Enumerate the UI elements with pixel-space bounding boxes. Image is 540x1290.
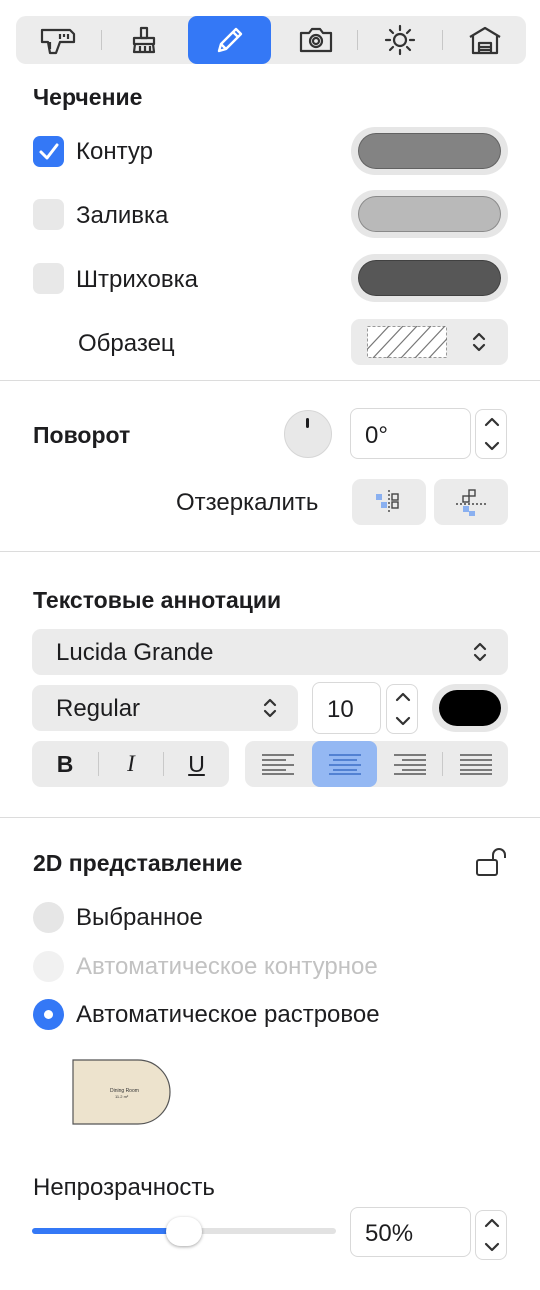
flip-vertical-icon <box>456 489 486 516</box>
tab-building[interactable] <box>443 16 526 64</box>
opacity-label: Непрозрачность <box>33 1174 215 1201</box>
font-family-value: Lucida Grande <box>56 639 214 666</box>
preview-room-area: 11.2 m² <box>115 1094 129 1099</box>
pencil-icon <box>217 27 242 53</box>
opacity-field[interactable]: 50% <box>350 1207 471 1257</box>
rotation-title: Поворот <box>33 422 131 448</box>
text-color-well[interactable] <box>432 684 508 732</box>
outline-label: Контур <box>76 138 153 165</box>
text-color-swatch <box>439 690 501 726</box>
section-divider <box>0 380 540 381</box>
font-style-popup[interactable]: Regular <box>32 685 298 731</box>
camera-icon <box>299 27 332 53</box>
font-style-value: Regular <box>56 695 141 722</box>
radio-auto-raster[interactable] <box>33 999 64 1030</box>
tab-camera[interactable] <box>274 16 357 64</box>
hatch-pattern-preview <box>367 326 447 358</box>
house-icon <box>468 26 501 55</box>
chevron-up-icon[interactable] <box>483 1216 501 1230</box>
text-annotations-title: Текстовые аннотации <box>33 587 282 613</box>
align-center-icon <box>328 754 361 775</box>
align-right-icon <box>393 754 426 775</box>
unlock-icon[interactable] <box>474 846 510 878</box>
pattern-label: Образец <box>78 330 175 357</box>
opacity-value: 50% <box>365 1220 414 1247</box>
hatch-color-swatch <box>358 260 501 296</box>
sun-icon <box>384 24 415 56</box>
rotation-dial-indicator <box>306 418 309 428</box>
rotation-field[interactable]: 0° <box>350 408 471 459</box>
chevron-up-icon[interactable] <box>394 690 412 704</box>
inspector-toolbar <box>16 16 526 64</box>
tab-dimensions[interactable] <box>16 16 99 64</box>
hatch-color-well[interactable] <box>351 254 508 302</box>
hatch-label: Штриховка <box>76 266 198 293</box>
outline-color-swatch <box>358 133 501 169</box>
rotation-stepper[interactable] <box>475 409 507 459</box>
section-divider <box>0 817 540 818</box>
tab-style[interactable] <box>102 16 185 64</box>
underline-button[interactable]: U <box>164 741 229 787</box>
align-right-button[interactable] <box>377 741 442 787</box>
radio-auto-outline[interactable] <box>33 951 64 982</box>
font-size-value: 10 <box>327 696 354 723</box>
radio-selected-view[interactable] <box>33 902 64 933</box>
fill-checkbox[interactable] <box>33 199 64 230</box>
tab-lighting[interactable] <box>358 16 441 64</box>
flip-horizontal-icon <box>376 490 399 514</box>
text-alignment-segmented <box>245 741 508 787</box>
tab-drafting[interactable] <box>188 16 271 64</box>
mirror-label: Отзеркалить <box>176 489 319 516</box>
rotation-dial[interactable] <box>284 410 332 458</box>
radio-label-selected-view: Выбранное <box>76 904 203 931</box>
chevron-up-icon[interactable] <box>483 415 501 429</box>
outline-checkbox[interactable] <box>33 136 64 167</box>
opacity-slider-fill <box>32 1228 184 1234</box>
font-size-stepper[interactable] <box>386 684 418 734</box>
fill-color-swatch <box>358 196 501 232</box>
radio-label-auto-raster: Автоматическое растровое <box>76 1001 380 1028</box>
chevron-updown-icon <box>263 698 277 718</box>
checkmark-icon <box>39 143 58 159</box>
chevron-down-icon[interactable] <box>483 439 501 453</box>
radio-label-auto-outline: Автоматическое контурное <box>76 953 378 980</box>
fill-label: Заливка <box>76 202 169 229</box>
mirror-horizontal-button[interactable] <box>352 479 426 525</box>
mirror-vertical-button[interactable] <box>434 479 508 525</box>
chevron-down-icon[interactable] <box>483 1240 501 1254</box>
chevron-updown-icon <box>472 332 486 352</box>
font-family-popup[interactable]: Lucida Grande <box>32 629 508 675</box>
font-size-field[interactable]: 10 <box>312 682 381 734</box>
outline-color-well[interactable] <box>351 127 508 175</box>
hatch-checkbox[interactable] <box>33 263 64 294</box>
chevron-updown-icon <box>473 642 487 662</box>
opacity-stepper[interactable] <box>475 1210 507 1260</box>
pattern-popup[interactable] <box>351 319 508 365</box>
stamp-icon <box>132 26 155 54</box>
chevron-down-icon[interactable] <box>394 714 412 728</box>
italic-button[interactable]: I <box>99 741 163 787</box>
drafting-title: Черчение <box>33 84 143 110</box>
fill-color-well[interactable] <box>351 190 508 238</box>
text-style-segmented: B I U <box>32 741 229 787</box>
raster-preview: Dining Room 11.2 m² <box>72 1059 172 1125</box>
ruler-tool-icon <box>40 28 75 55</box>
section-divider <box>0 551 540 552</box>
align-left-button[interactable] <box>245 741 311 787</box>
align-center-button[interactable] <box>312 741 377 787</box>
bold-button[interactable]: B <box>32 741 98 787</box>
representation-2d-title: 2D представление <box>33 850 243 876</box>
align-left-icon <box>262 754 294 775</box>
opacity-slider-knob[interactable] <box>166 1217 202 1246</box>
align-justify-icon <box>459 754 492 775</box>
rotation-value: 0° <box>365 422 388 449</box>
align-justify-button[interactable] <box>443 741 508 787</box>
